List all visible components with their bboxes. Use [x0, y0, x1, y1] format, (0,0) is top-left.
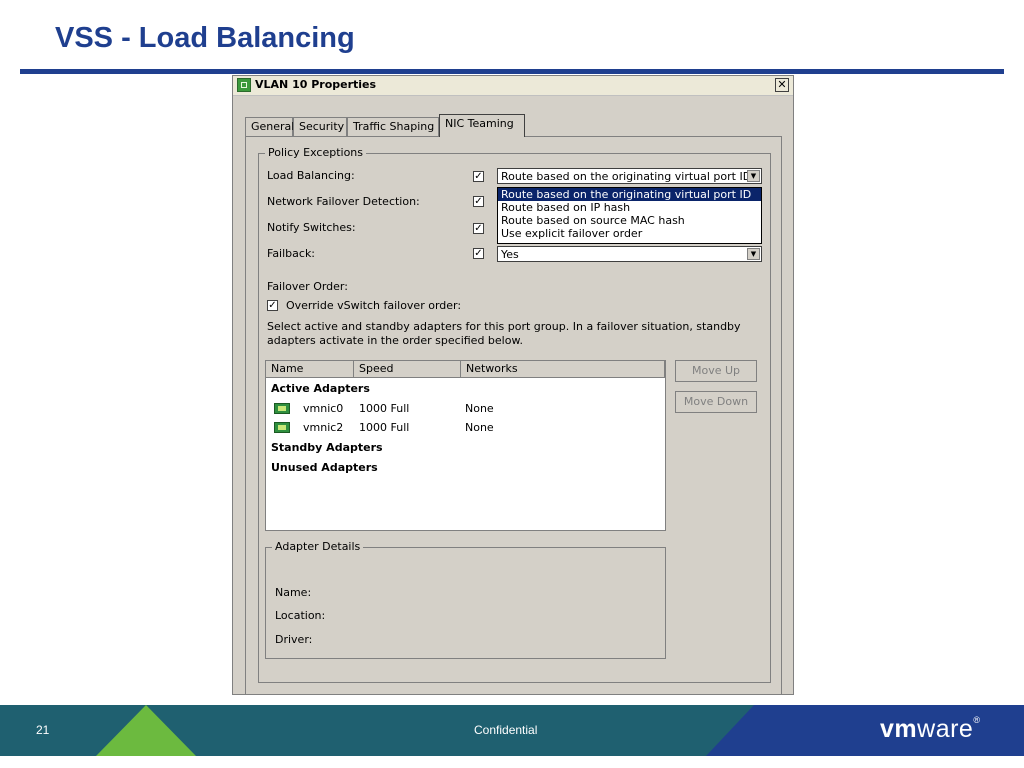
adapter-name: vmnic0 [303, 402, 344, 415]
failover-description: Select active and standby adapters for t… [267, 320, 741, 333]
slide-footer: 21 Confidential vmware® [0, 705, 1024, 756]
footer-accent-triangle [96, 705, 196, 756]
adapter-list[interactable]: Name Speed Networks Active Adapters vmni… [265, 360, 666, 531]
dialog-title: VLAN 10 Properties [255, 78, 377, 91]
nic-icon [274, 403, 290, 414]
load-balancing-value: Route based on the originating virtual p… [501, 170, 752, 183]
detail-location-label: Location: [275, 609, 326, 622]
chevron-down-icon[interactable]: ▼ [747, 248, 760, 260]
adapter-speed: 1000 Full [359, 402, 410, 415]
tab-nic-teaming[interactable]: NIC Teaming [439, 114, 525, 137]
nic-icon [274, 422, 290, 433]
failover-detection-checkbox[interactable]: ✓ [473, 196, 484, 207]
adapter-details-legend: Adapter Details [272, 540, 364, 553]
failback-label: Failback: [267, 247, 316, 260]
load-balancing-label: Load Balancing: [267, 169, 355, 182]
failback-checkbox[interactable]: ✓ [473, 248, 484, 259]
tab-security[interactable]: Security [293, 117, 347, 136]
detail-driver-label: Driver: [275, 633, 313, 646]
notify-switches-checkbox[interactable]: ✓ [473, 223, 484, 234]
failback-value: Yes [501, 248, 519, 261]
column-header-name[interactable]: Name [266, 361, 354, 378]
load-balancing-select[interactable]: Route based on the originating virtual p… [497, 168, 762, 184]
failover-order-heading: Failover Order: [267, 280, 348, 293]
adapter-name: vmnic2 [303, 421, 344, 434]
confidential-label: Confidential [474, 723, 538, 737]
active-adapters-group: Active Adapters [271, 382, 370, 395]
column-header-networks[interactable]: Networks [461, 361, 665, 378]
dropdown-option[interactable]: Route based on IP hash [498, 201, 761, 214]
close-button[interactable]: ✕ [775, 78, 789, 92]
network-port-icon [237, 78, 251, 92]
notify-switches-label: Notify Switches: [267, 221, 356, 234]
vmware-logo: vmware® [880, 715, 980, 744]
title-divider [20, 69, 1004, 74]
page-number: 21 [36, 723, 50, 737]
adapter-networks: None [465, 421, 494, 434]
override-label: Override vSwitch failover order: [286, 299, 462, 312]
dropdown-option[interactable]: Use explicit failover order [498, 227, 761, 240]
column-header-speed[interactable]: Speed [354, 361, 461, 378]
unused-adapters-group: Unused Adapters [271, 461, 378, 474]
move-down-button[interactable]: Move Down [675, 391, 757, 413]
dropdown-option[interactable]: Route based on the originating virtual p… [498, 188, 761, 201]
override-checkbox[interactable]: ✓ [267, 300, 278, 311]
adapter-details-group: Adapter Details [265, 540, 666, 659]
failover-detection-label: Network Failover Detection: [267, 195, 420, 208]
dropdown-option[interactable]: Route based on source MAC hash [498, 214, 761, 227]
table-row[interactable]: vmnic0 1000 Full None [266, 401, 665, 419]
tab-general[interactable]: General [245, 117, 294, 136]
standby-adapters-group: Standby Adapters [271, 441, 383, 454]
load-balancing-checkbox[interactable]: ✓ [473, 171, 484, 182]
slide-title: VSS - Load Balancing [55, 22, 355, 54]
logo-registered-mark: ® [973, 715, 981, 725]
tab-traffic-shaping[interactable]: Traffic Shaping [347, 117, 439, 136]
logo-light: ware [917, 715, 974, 743]
failover-description: adapters activate in the order specified… [267, 334, 523, 347]
load-balancing-dropdown: Route based on the originating virtual p… [497, 187, 762, 244]
policy-exceptions-legend: Policy Exceptions [265, 146, 367, 159]
logo-bold: vm [880, 715, 918, 743]
move-up-button[interactable]: Move Up [675, 360, 757, 382]
adapter-speed: 1000 Full [359, 421, 410, 434]
footer-accent-stripe [706, 705, 754, 756]
vlan-properties-dialog: VLAN 10 Properties ✕ General Security Tr… [232, 75, 794, 695]
table-row[interactable]: vmnic2 1000 Full None [266, 420, 665, 438]
failback-select[interactable]: Yes ▼ [497, 246, 762, 262]
dialog-titlebar[interactable]: VLAN 10 Properties ✕ [233, 76, 793, 96]
chevron-down-icon[interactable]: ▼ [747, 170, 760, 182]
detail-name-label: Name: [275, 586, 312, 599]
adapter-networks: None [465, 402, 494, 415]
